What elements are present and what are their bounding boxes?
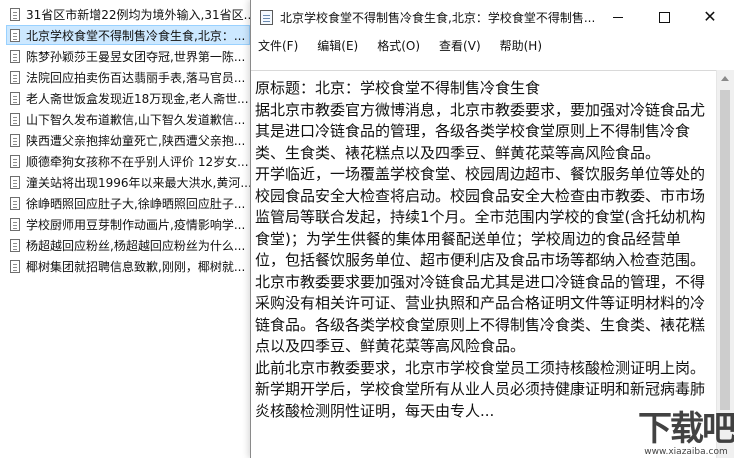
file-name: 徐峥晒照回应肚子大,徐峥晒照回应肚子... [26,196,246,211]
menu-edit[interactable]: 编辑(E) [310,37,358,54]
file-list-item[interactable]: 陕西遭父亲抱摔幼童死亡,陕西遭父亲抱... [7,130,251,150]
scroll-up-icon[interactable] [721,76,729,81]
text-editor[interactable]: 原标题：北京：学校食堂不得制售冷食生食 据北京市教委官方微博消息，北京市教委要求… [251,70,717,458]
close-icon: ✕ [703,7,717,26]
text-file-icon [10,133,20,147]
menu-help[interactable]: 帮助(H) [493,37,542,54]
file-list-item[interactable]: 潼关站将出现1996年以来最大洪水,黄河... [7,172,251,192]
file-name: 学校厨师用豆芽制作动画片,疫情影响学... [26,217,246,232]
file-name: 陕西遭父亲抱摔幼童死亡,陕西遭父亲抱... [26,133,246,148]
text-file-icon [10,238,20,252]
text-file-icon [10,217,20,231]
file-name: 顺德牵狗女孩称不在乎别人评价 12岁女... [26,154,249,169]
file-name: 31省区市新增22例均为境外输入,31省区... [26,7,251,22]
minimize-button[interactable] [595,0,641,34]
menu-view[interactable]: 查看(V) [432,37,481,54]
text-file-icon [10,70,20,84]
file-list-item[interactable]: 北京学校食堂不得制售冷食生食,北京：... [6,25,250,45]
minimize-icon [613,16,623,18]
file-list: 31省区市新增22例均为境外输入,31省区... 北京学校食堂不得制售冷食生食,北… [0,0,252,458]
file-list-item[interactable]: 老人斋世饭盒发现近18万现金,老人斋世... [7,88,251,108]
file-name: 椰树集团就招聘信息致歉,刚刚，椰树就... [26,259,246,274]
file-list-item[interactable]: 椰树集团就招聘信息致歉,刚刚，椰树就... [7,256,251,276]
close-button[interactable]: ✕ [687,0,733,34]
file-list-item[interactable]: 法院回应拍卖伤百达翡丽手表,落马官员... [7,67,251,87]
file-name: 杨超越回应粉丝,杨超越回应粉丝为什么... [26,238,246,253]
file-list-item[interactable]: 学校厨师用豆芽制作动画片,疫情影响学... [7,214,251,234]
notepad-app-icon [260,9,273,25]
file-name: 潼关站将出现1996年以来最大洪水,黄河... [26,175,251,190]
scroll-thumb[interactable] [720,90,730,410]
window-title: 北京学校食堂不得制售冷食生食,北京：学校食堂不得制售... [280,10,596,25]
text-file-icon [10,259,20,273]
text-file-icon [10,196,20,210]
title-bar[interactable]: 北京学校食堂不得制售冷食生食,北京：学校食堂不得制售... ✕ [251,0,734,34]
maximize-button[interactable] [641,0,687,34]
file-list-item[interactable]: 山下智久发布道歉信,山下智久发道歉信... [7,109,251,129]
text-file-icon [10,175,20,189]
text-file-icon [10,7,20,21]
file-name: 法院回应拍卖伤百达翡丽手表,落马官员... [26,70,246,85]
file-name: 老人斋世饭盒发现近18万现金,老人斋世... [26,91,249,106]
file-name: 陈梦孙颖莎王曼昱女团夺冠,世界第一陈... [26,49,246,64]
site-watermark: 下载吧 www.xiazaiba.com [638,404,734,458]
text-file-icon [10,28,20,42]
file-list-item[interactable]: 31省区市新增22例均为境外输入,31省区... [7,4,251,24]
notepad-window: 北京学校食堂不得制售冷食生食,北京：学校食堂不得制售... ✕ 文件(F) 编辑… [250,0,734,458]
watermark-logo: 下载吧 [638,409,734,449]
menu-bar: 文件(F) 编辑(E) 格式(O) 查看(V) 帮助(H) [251,34,734,56]
text-file-icon [10,112,20,126]
file-list-item[interactable]: 陈梦孙颖莎王曼昱女团夺冠,世界第一陈... [7,46,251,66]
file-list-item[interactable]: 徐峥晒照回应肚子大,徐峥晒照回应肚子... [7,193,251,213]
file-list-item[interactable]: 杨超越回应粉丝,杨超越回应粉丝为什么... [7,235,251,255]
file-name: 北京学校食堂不得制售冷食生食,北京：... [26,28,246,43]
vertical-scrollbar[interactable] [716,70,734,458]
menu-format[interactable]: 格式(O) [370,37,420,54]
menu-file[interactable]: 文件(F) [251,37,298,54]
text-file-icon [10,49,20,63]
document-text: 原标题：北京：学校食堂不得制售冷食生食 据北京市教委官方微博消息，北京市教委要求… [255,79,706,420]
text-file-icon [10,91,20,105]
file-list-item[interactable]: 顺德牵狗女孩称不在乎别人评价 12岁女... [7,151,251,171]
text-file-icon [10,154,20,168]
file-name: 山下智久发布道歉信,山下智久发道歉信... [26,112,246,127]
maximize-icon [658,11,670,23]
